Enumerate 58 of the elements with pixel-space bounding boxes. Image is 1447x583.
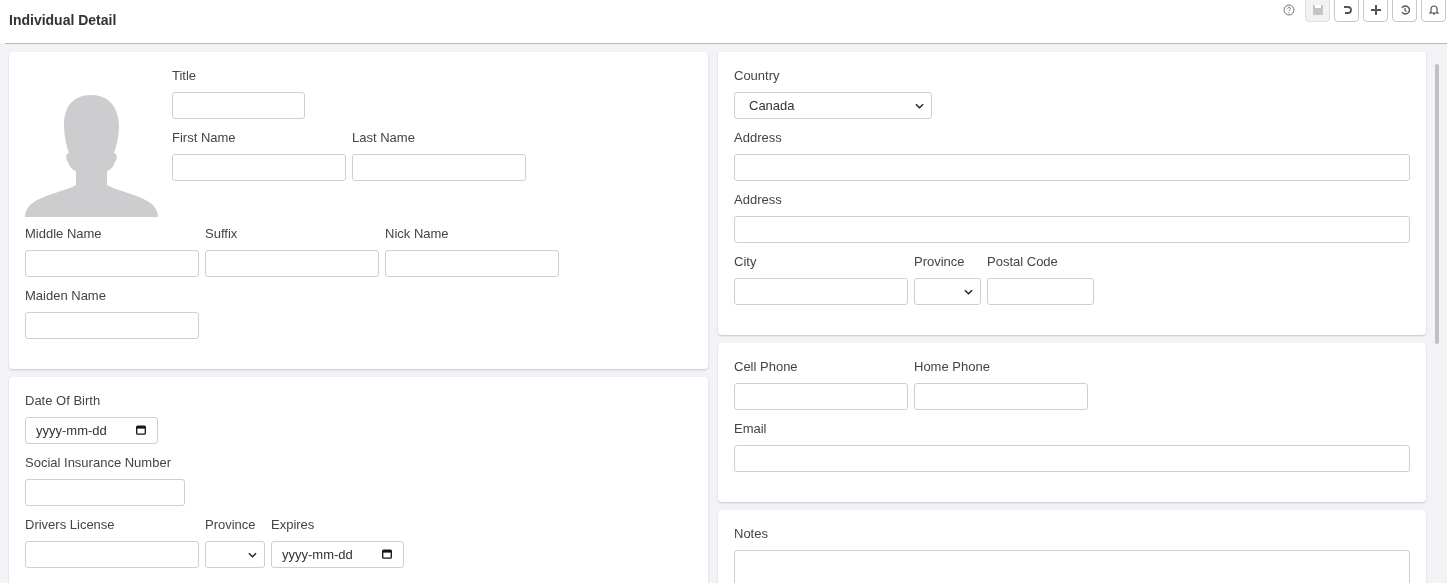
- field-label: Expires: [271, 516, 316, 534]
- field-label: Drivers License: [25, 516, 116, 534]
- input-field[interactable]: [205, 250, 379, 277]
- input-field[interactable]: [734, 216, 1410, 243]
- field-label: Postal Code: [987, 253, 1059, 271]
- input-field[interactable]: [987, 278, 1094, 305]
- help-icon[interactable]: [1283, 4, 1295, 16]
- input-field[interactable]: [25, 541, 199, 568]
- input-field[interactable]: [385, 250, 559, 277]
- bell-icon: [1427, 4, 1440, 16]
- field-label: Province: [914, 253, 966, 271]
- field-label: Date Of Birth: [25, 392, 102, 410]
- field-label: Cell Phone: [734, 358, 799, 376]
- history-button[interactable]: [1392, 0, 1417, 22]
- field-label: Last Name: [352, 129, 416, 147]
- field-label: Nick Name: [385, 225, 450, 243]
- input-field[interactable]: [734, 278, 908, 305]
- field-label: Suffix: [205, 225, 239, 243]
- add-button[interactable]: [1363, 0, 1388, 22]
- date-field[interactable]: yyyy-mm-dd: [25, 417, 158, 444]
- input-field[interactable]: [25, 479, 185, 506]
- plus-icon: [1369, 4, 1382, 16]
- input-field[interactable]: [352, 154, 526, 181]
- field-label: Middle Name: [25, 225, 103, 243]
- input-field[interactable]: [734, 383, 908, 410]
- input-field[interactable]: [25, 312, 199, 339]
- input-field[interactable]: [914, 383, 1088, 410]
- date-field[interactable]: yyyy-mm-dd: [271, 541, 404, 568]
- calendar-icon[interactable]: [136, 425, 146, 435]
- select-field[interactable]: [205, 541, 265, 568]
- chevron-down-icon: [964, 288, 973, 295]
- input-field[interactable]: [172, 92, 305, 119]
- page-title: Individual Detail: [9, 12, 117, 28]
- undo-button[interactable]: [1334, 0, 1359, 22]
- input-field[interactable]: [734, 445, 1410, 472]
- calendar-icon[interactable]: [382, 549, 392, 559]
- scrollbar-thumb[interactable]: [1434, 64, 1439, 344]
- field-label: Notes: [734, 525, 769, 543]
- input-field[interactable]: [25, 250, 199, 277]
- field-label: Title: [172, 67, 198, 85]
- field-label: Email: [734, 420, 768, 438]
- field-label: Country: [734, 67, 781, 85]
- field-label: Social Insurance Number: [25, 454, 172, 472]
- bell-button[interactable]: [1421, 0, 1446, 22]
- chevron-down-icon: [915, 102, 924, 109]
- field-label: Address: [734, 129, 783, 147]
- field-label: Maiden Name: [25, 287, 107, 305]
- input-field[interactable]: [734, 154, 1410, 181]
- save-icon: [1311, 4, 1324, 16]
- field-label: Address: [734, 191, 783, 209]
- field-label: First Name: [172, 129, 237, 147]
- select-field[interactable]: [914, 278, 981, 305]
- field-label: Home Phone: [914, 358, 991, 376]
- select-field[interactable]: Canada: [734, 92, 932, 119]
- field-label: City: [734, 253, 758, 271]
- input-field[interactable]: [172, 154, 346, 181]
- field-label: Province: [205, 516, 257, 534]
- chevron-down-icon: [248, 551, 257, 558]
